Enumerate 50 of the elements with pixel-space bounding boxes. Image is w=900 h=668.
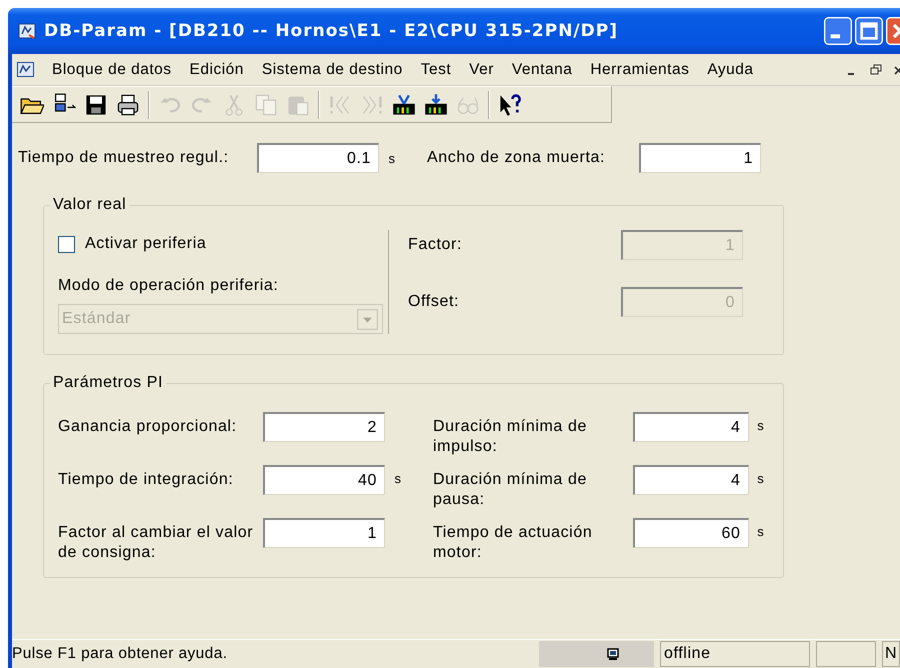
unit-label: s bbox=[756, 418, 766, 433]
window-title: DB-Param - [DB210 -- Hornos\E1 - E2\CPU 315-2PN/DP] bbox=[44, 21, 619, 41]
menu-item[interactable]: Herramientas bbox=[582, 58, 700, 80]
field-label: Ancho de zona muerta: bbox=[427, 148, 606, 168]
unit-label: s bbox=[756, 524, 766, 539]
input-field[interactable]: 2 bbox=[263, 412, 385, 442]
input-field[interactable]: 4 bbox=[633, 465, 749, 495]
field-label: Ganancia proporcional: bbox=[58, 417, 238, 437]
input-field[interactable]: 60 bbox=[633, 518, 749, 548]
field-label: Factor al cambiar el valor de consigna: bbox=[58, 523, 254, 563]
status-indicator: N bbox=[882, 641, 900, 667]
module-arrow-icon[interactable] bbox=[392, 92, 416, 116]
menu-item[interactable]: Sistema de destino bbox=[254, 58, 413, 80]
checkbox[interactable] bbox=[58, 236, 75, 252]
field-label: Tiempo de muestreo regul.: bbox=[18, 148, 230, 168]
app-icon bbox=[18, 23, 36, 39]
field-label: Modo de operación periferia: bbox=[58, 277, 280, 295]
restore-icon[interactable] bbox=[868, 62, 884, 76]
printer-icon[interactable] bbox=[116, 92, 140, 116]
input-field[interactable]: 40 bbox=[263, 465, 385, 495]
menu-item[interactable]: Ventana bbox=[504, 58, 582, 80]
dropdown-value: Estándar bbox=[62, 310, 131, 328]
unit-label: s bbox=[393, 471, 403, 486]
help-pointer-icon[interactable] bbox=[498, 92, 522, 116]
minimize-icon[interactable] bbox=[824, 17, 852, 45]
unit-label: s bbox=[756, 471, 766, 486]
field-label: Duración mínima de impulso: bbox=[433, 417, 588, 457]
status-mode: offline bbox=[660, 641, 810, 667]
menu-item[interactable]: Bloque de datos bbox=[44, 58, 182, 80]
input-field[interactable]: 0.1 bbox=[257, 143, 379, 173]
module-arrow-icon[interactable] bbox=[424, 92, 448, 116]
input-field[interactable]: 1 bbox=[639, 143, 762, 173]
status-text: Pulse F1 para obtener ayuda. bbox=[12, 645, 228, 663]
status-panel bbox=[816, 641, 876, 667]
field-label: Factor: bbox=[408, 235, 463, 255]
menu-item[interactable]: Ayuda bbox=[699, 58, 764, 80]
document-icon[interactable] bbox=[17, 62, 34, 77]
input-field[interactable]: 4 bbox=[633, 412, 749, 442]
field-label: Tiempo de actuación motor: bbox=[433, 523, 594, 563]
input-field[interactable]: 1 bbox=[263, 518, 385, 548]
menu-item[interactable]: Edición bbox=[182, 58, 254, 80]
unit-label: s bbox=[387, 150, 397, 166]
field-label: Offset: bbox=[408, 292, 460, 312]
menu-item[interactable]: Test bbox=[412, 58, 462, 80]
field-label: Duración mínima de pausa: bbox=[433, 470, 588, 510]
maximize-icon[interactable] bbox=[855, 17, 883, 45]
floppy-icon[interactable] bbox=[84, 92, 108, 116]
checkbox-label[interactable]: Activar periferia bbox=[85, 235, 206, 253]
field-label: Tiempo de integración: bbox=[58, 470, 234, 490]
menu-item[interactable]: Ver bbox=[461, 58, 504, 80]
